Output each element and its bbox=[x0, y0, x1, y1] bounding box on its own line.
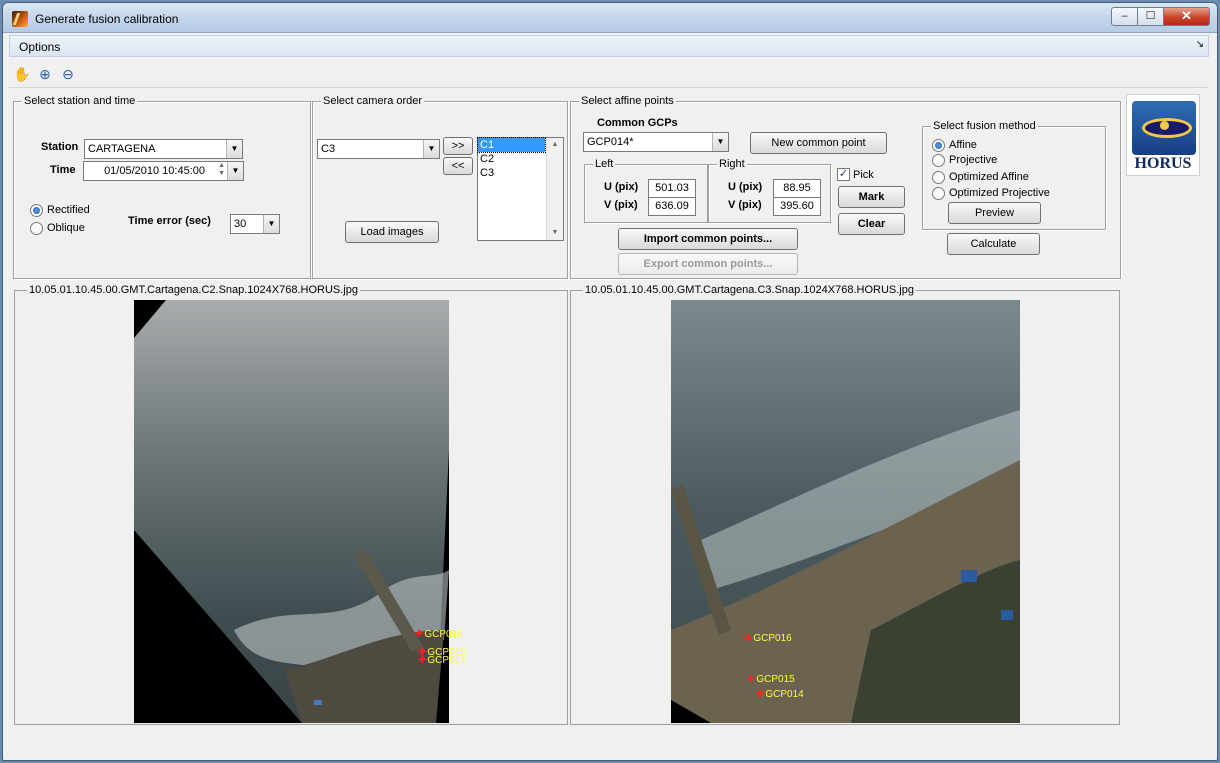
radio-oblique[interactable]: Oblique bbox=[30, 221, 85, 235]
left-image-panel: 10.05.01.10.45.00.GMT.Cartagena.C2.Snap.… bbox=[14, 284, 568, 725]
calculate-button[interactable]: Calculate bbox=[947, 233, 1040, 255]
title-bar: Generate fusion calibration – ☐ ✕ bbox=[3, 3, 1217, 33]
gcp-name: GCP016 bbox=[424, 629, 463, 640]
close-button[interactable]: ✕ bbox=[1163, 7, 1210, 26]
export-common-points-button: Export common points... bbox=[618, 253, 798, 275]
load-images-button[interactable]: Load images bbox=[345, 221, 439, 243]
radio-optimized-affine[interactable]: Optimized Affine bbox=[932, 170, 1029, 184]
gcp-label: ✚GCP015 bbox=[747, 674, 795, 685]
chevron-down-icon: ▼ bbox=[263, 215, 279, 233]
chevron-down-icon: ▼ bbox=[226, 140, 242, 158]
station-time-legend: Select station and time bbox=[22, 95, 138, 107]
menu-collapse-icon[interactable]: ↘ bbox=[1196, 39, 1204, 50]
right-camera-image[interactable] bbox=[671, 300, 1020, 723]
check-icon: ✓ bbox=[837, 168, 850, 181]
scroll-up-icon[interactable]: ▲ bbox=[547, 138, 563, 152]
matlab-icon bbox=[12, 11, 28, 27]
radio-optimized-projective[interactable]: Optimized Projective bbox=[932, 186, 1050, 200]
gcp-name: GCP014 bbox=[765, 689, 804, 700]
list-scrollbar[interactable]: ▲ ▼ bbox=[546, 138, 563, 240]
time-error-value: 30 bbox=[234, 218, 247, 230]
pick-label: Pick bbox=[853, 169, 874, 181]
spinner-icon[interactable]: ▲ ▼ bbox=[211, 162, 225, 178]
camera-order-list[interactable]: C1 C2 C3 ▲ ▼ bbox=[477, 137, 564, 241]
gcp-name: GCP014 bbox=[427, 655, 466, 666]
gcp-label: ✚GCP014 bbox=[418, 655, 466, 666]
add-camera-button[interactable]: >> bbox=[443, 137, 473, 155]
mark-button[interactable]: Mark bbox=[838, 186, 905, 208]
import-common-points-button[interactable]: Import common points... bbox=[618, 228, 798, 250]
eye-of-horus-icon bbox=[1132, 101, 1196, 155]
gcp-label: ✚GCP014 bbox=[756, 689, 804, 700]
right-image-caption: 10.05.01.10.45.00.GMT.Cartagena.C3.Snap.… bbox=[583, 284, 916, 296]
time-error-select[interactable]: 30 ▼ bbox=[230, 214, 280, 234]
common-gcps-label: Common GCPs bbox=[597, 117, 678, 129]
left-v-label: V (pix) bbox=[604, 199, 638, 211]
gcp-name: GCP015 bbox=[756, 674, 795, 685]
left-camera-image[interactable] bbox=[134, 300, 449, 723]
horus-logo: HORUS bbox=[1126, 94, 1200, 176]
left-u-field[interactable]: 501.03 bbox=[648, 179, 696, 198]
gcp-select[interactable]: GCP014* ▼ bbox=[583, 132, 729, 152]
clear-button[interactable]: Clear bbox=[838, 213, 905, 235]
gcp-marker-icon: ✚ bbox=[756, 689, 765, 700]
gcp-marker-icon: ✚ bbox=[744, 633, 753, 644]
camera-select[interactable]: C3 ▼ bbox=[317, 139, 440, 159]
minimize-button[interactable]: – bbox=[1111, 7, 1138, 26]
menu-options[interactable]: Options bbox=[19, 40, 60, 54]
gcp-marker-icon: ✚ bbox=[415, 629, 424, 640]
remove-camera-button[interactable]: << bbox=[443, 157, 473, 175]
chevron-down-icon: ▼ bbox=[227, 162, 243, 180]
time-error-label: Time error (sec) bbox=[128, 215, 211, 227]
right-u-field[interactable]: 88.95 bbox=[773, 179, 821, 198]
radio-affine[interactable]: Affine bbox=[932, 138, 977, 152]
right-v-label: V (pix) bbox=[728, 199, 762, 211]
affine-points-legend: Select affine points bbox=[579, 95, 676, 107]
fusion-method-legend: Select fusion method bbox=[931, 120, 1038, 132]
station-select[interactable]: CARTAGENA ▼ bbox=[84, 139, 243, 159]
gcp-marker-icon: ✚ bbox=[747, 674, 756, 685]
hand-icon[interactable]: ✋ bbox=[13, 65, 31, 83]
gcp-label: ✚GCP016 bbox=[744, 633, 792, 644]
time-field[interactable]: 01/05/2010 10:45:00 ▲ ▼ ▼ bbox=[83, 161, 244, 181]
preview-button[interactable]: Preview bbox=[948, 202, 1041, 224]
left-image-caption: 10.05.01.10.45.00.GMT.Cartagena.C2.Snap.… bbox=[27, 284, 360, 296]
station-label: Station bbox=[41, 141, 79, 153]
station-value: CARTAGENA bbox=[88, 143, 156, 155]
pick-checkbox[interactable]: ✓ Pick bbox=[837, 168, 874, 182]
toolbar: ✋ ⊕ ⊖ bbox=[9, 58, 1209, 88]
left-legend: Left bbox=[593, 158, 616, 170]
radio-projective[interactable]: Projective bbox=[932, 153, 997, 167]
scroll-down-icon[interactable]: ▼ bbox=[547, 226, 563, 240]
gcp-label: ✚GCP016 bbox=[415, 629, 463, 640]
gcp-marker-icon: ✚ bbox=[418, 655, 427, 666]
time-label: Time bbox=[50, 164, 76, 176]
list-item-c1[interactable]: C1 bbox=[477, 137, 546, 153]
new-common-point-button[interactable]: New common point bbox=[750, 132, 887, 154]
radio-rectified[interactable]: Rectified bbox=[30, 203, 90, 217]
time-value: 01/05/2010 10:45:00 bbox=[104, 165, 205, 177]
chevron-down-icon: ▼ bbox=[712, 133, 728, 151]
chevron-down-icon: ▼ bbox=[423, 140, 439, 158]
gcp-value: GCP014* bbox=[587, 136, 634, 148]
right-v-field[interactable]: 395.60 bbox=[773, 197, 821, 216]
maximize-button[interactable]: ☐ bbox=[1137, 7, 1164, 26]
left-v-field[interactable]: 636.09 bbox=[648, 197, 696, 216]
zoom-in-icon[interactable]: ⊕ bbox=[36, 65, 54, 83]
right-u-label: U (pix) bbox=[728, 181, 763, 193]
gcp-name: GCP016 bbox=[753, 633, 792, 644]
left-u-label: U (pix) bbox=[604, 181, 639, 193]
right-image-panel: 10.05.01.10.45.00.GMT.Cartagena.C3.Snap.… bbox=[570, 284, 1120, 725]
right-legend: Right bbox=[717, 158, 747, 170]
zoom-out-icon[interactable]: ⊖ bbox=[59, 65, 77, 83]
logo-text: HORUS bbox=[1134, 155, 1192, 172]
station-time-group: Select station and time bbox=[13, 95, 311, 279]
window-title: Generate fusion calibration bbox=[35, 12, 179, 26]
menu-bar: Options ↘ bbox=[9, 35, 1209, 57]
camera-value: C3 bbox=[321, 143, 336, 155]
camera-order-legend: Select camera order bbox=[321, 95, 425, 107]
